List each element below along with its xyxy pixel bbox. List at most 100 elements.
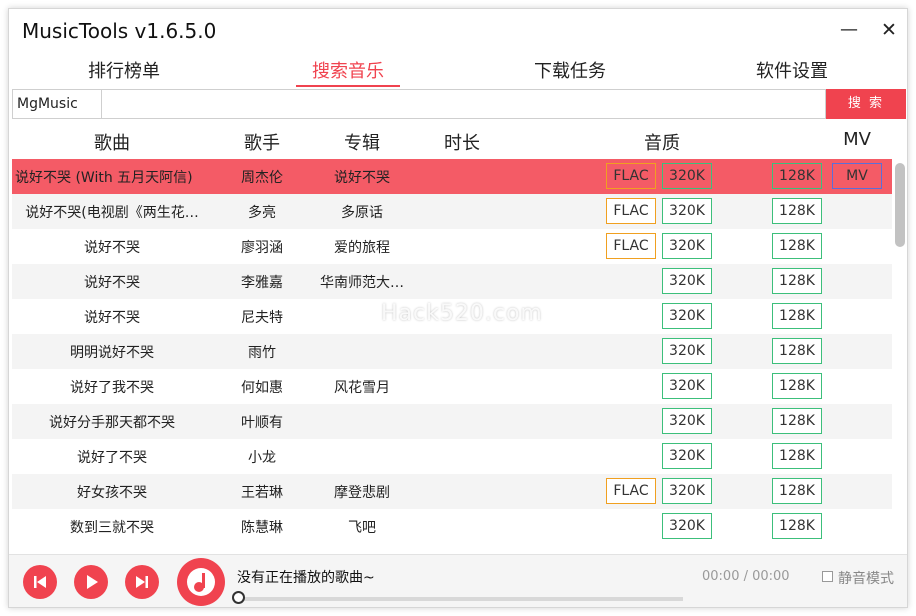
song-list: 说好不哭 (With 五月天阿信) 周杰伦 说好不哭 FLAC 320K 128… bbox=[12, 159, 892, 551]
320k-download-button[interactable]: 320K bbox=[662, 303, 712, 329]
tab-settings[interactable]: 软件设置 bbox=[737, 59, 847, 89]
mute-label: 静音模式 bbox=[838, 571, 894, 587]
320k-download-button[interactable]: 320K bbox=[662, 408, 712, 434]
128k-download-button[interactable]: 128K bbox=[772, 338, 822, 364]
table-row[interactable]: 说好不哭 李雅嘉 华南师范大… 320K 128K bbox=[12, 264, 892, 299]
skip-previous-icon bbox=[34, 576, 46, 588]
table-row[interactable]: 说好了我不哭 何如惠 风花雪月 320K 128K bbox=[12, 369, 892, 404]
song-title: 好女孩不哭 bbox=[77, 485, 147, 501]
song-album: 多原话 bbox=[341, 205, 383, 221]
table-row[interactable]: 说好不哭 (With 五月天阿信) 周杰伦 说好不哭 FLAC 320K 128… bbox=[12, 159, 892, 194]
128k-download-button[interactable]: 128K bbox=[772, 408, 822, 434]
128k-download-button[interactable]: 128K bbox=[772, 163, 822, 189]
play-button[interactable] bbox=[74, 565, 108, 599]
mv-download-button[interactable]: MV bbox=[832, 163, 882, 189]
tab-bar: 排行榜单 搜索音乐 下载任务 软件设置 bbox=[9, 59, 907, 91]
128k-download-button[interactable]: 128K bbox=[772, 373, 822, 399]
active-tab-indicator bbox=[296, 85, 400, 87]
table-row[interactable]: 说好不哭(电视剧《两生花… 多亮 多原话 FLAC 320K 128K bbox=[12, 194, 892, 229]
320k-download-button[interactable]: 320K bbox=[662, 373, 712, 399]
song-artist: 李雅嘉 bbox=[241, 275, 283, 291]
song-title: 说好分手那天都不哭 bbox=[49, 415, 175, 431]
tab-charts[interactable]: 排行榜单 bbox=[69, 59, 179, 89]
song-title: 说好不哭 (With 五月天阿信) bbox=[15, 170, 193, 186]
song-artist: 何如惠 bbox=[241, 380, 283, 396]
mute-checkbox[interactable] bbox=[822, 571, 833, 582]
prev-button[interactable] bbox=[23, 565, 57, 599]
128k-download-button[interactable]: 128K bbox=[772, 198, 822, 224]
play-icon bbox=[87, 575, 98, 589]
128k-download-button[interactable]: 128K bbox=[772, 443, 822, 469]
song-title: 数到三就不哭 bbox=[70, 520, 154, 536]
128k-download-button[interactable]: 128K bbox=[772, 233, 822, 259]
tab-downloads[interactable]: 下载任务 bbox=[515, 59, 625, 89]
watermark: Hack520.com bbox=[381, 301, 543, 326]
320k-download-button[interactable]: 320K bbox=[662, 338, 712, 364]
flac-download-button[interactable]: FLAC bbox=[606, 198, 656, 224]
song-artist: 叶顺有 bbox=[241, 415, 283, 431]
128k-download-button[interactable]: 128K bbox=[772, 513, 822, 539]
128k-download-button[interactable]: 128K bbox=[772, 303, 822, 329]
320k-download-button[interactable]: 320K bbox=[662, 268, 712, 294]
song-artist: 陈慧琳 bbox=[241, 520, 283, 536]
column-artist: 歌手 bbox=[244, 133, 280, 154]
table-row[interactable]: 好女孩不哭 王若琳 摩登悲剧 FLAC 320K 128K bbox=[12, 474, 892, 509]
app-title: MusicTools v1.6.5.0 bbox=[22, 19, 217, 43]
song-title: 说好了不哭 bbox=[77, 450, 147, 466]
scrollbar-thumb[interactable] bbox=[895, 163, 905, 247]
flac-download-button[interactable]: FLAC bbox=[606, 233, 656, 259]
320k-download-button[interactable]: 320K bbox=[662, 163, 712, 189]
column-quality: 音质 bbox=[644, 133, 680, 154]
song-title: 说好了我不哭 bbox=[70, 380, 154, 396]
song-album: 风花雪月 bbox=[334, 380, 390, 396]
128k-download-button[interactable]: 128K bbox=[772, 478, 822, 504]
table-row[interactable]: 说好了不哭 小龙 320K 128K bbox=[12, 439, 892, 474]
table-row[interactable]: 说好不哭 廖羽涵 爱的旅程 FLAC 320K 128K bbox=[12, 229, 892, 264]
player-bar: 没有正在播放的歌曲~ 00:00 / 00:00 静音模式 bbox=[9, 554, 907, 607]
flac-download-button[interactable]: FLAC bbox=[606, 163, 656, 189]
search-input[interactable] bbox=[102, 89, 826, 119]
column-album: 专辑 bbox=[344, 133, 380, 154]
song-album: 摩登悲剧 bbox=[334, 485, 390, 501]
album-art bbox=[177, 558, 225, 606]
song-title: 说好不哭 bbox=[84, 310, 140, 326]
table-header: 歌曲 歌手 专辑 时长 音质 MV bbox=[12, 125, 906, 157]
320k-download-button[interactable]: 320K bbox=[662, 513, 712, 539]
table-row[interactable]: 说好分手那天都不哭 叶顺有 320K 128K bbox=[12, 404, 892, 439]
song-artist: 多亮 bbox=[248, 205, 276, 221]
search-button[interactable]: 搜 索 bbox=[826, 89, 906, 119]
320k-download-button[interactable]: 320K bbox=[662, 478, 712, 504]
song-artist: 周杰伦 bbox=[241, 170, 283, 186]
song-album: 爱的旅程 bbox=[334, 240, 390, 256]
song-title: 说好不哭(电视剧《两生花… bbox=[25, 205, 199, 221]
search-bar: MgMusic 搜 索 bbox=[12, 89, 906, 119]
progress-knob[interactable] bbox=[232, 591, 245, 604]
song-album: 飞吧 bbox=[348, 520, 376, 536]
320k-download-button[interactable]: 320K bbox=[662, 198, 712, 224]
128k-download-button[interactable]: 128K bbox=[772, 268, 822, 294]
minimize-button[interactable]: — bbox=[835, 18, 863, 42]
song-title: 说好不哭 bbox=[84, 240, 140, 256]
song-album: 说好不哭 bbox=[334, 170, 390, 186]
playback-time: 00:00 / 00:00 bbox=[702, 569, 790, 584]
song-artist: 尼夫特 bbox=[241, 310, 283, 326]
close-button[interactable]: ✕ bbox=[875, 18, 903, 42]
music-source-select[interactable]: MgMusic bbox=[12, 89, 102, 119]
song-title: 明明说好不哭 bbox=[70, 345, 154, 361]
app-window: MusicTools v1.6.5.0 — ✕ 排行榜单 搜索音乐 下载任务 软… bbox=[8, 8, 908, 608]
song-list-scrollbar[interactable] bbox=[894, 159, 906, 551]
song-album: 华南师范大… bbox=[320, 275, 404, 291]
table-row[interactable]: 明明说好不哭 雨竹 320K 128K bbox=[12, 334, 892, 369]
song-artist: 雨竹 bbox=[248, 345, 276, 361]
now-playing-text: 没有正在播放的歌曲~ bbox=[237, 570, 375, 586]
table-row[interactable]: 数到三就不哭 陈慧琳 飞吧 320K 128K bbox=[12, 509, 892, 544]
320k-download-button[interactable]: 320K bbox=[662, 443, 712, 469]
progress-bar[interactable] bbox=[243, 597, 683, 601]
song-artist: 廖羽涵 bbox=[241, 240, 283, 256]
column-mv: MV bbox=[843, 129, 871, 150]
320k-download-button[interactable]: 320K bbox=[662, 233, 712, 259]
next-button[interactable] bbox=[125, 565, 159, 599]
song-title: 说好不哭 bbox=[84, 275, 140, 291]
flac-download-button[interactable]: FLAC bbox=[606, 478, 656, 504]
column-duration: 时长 bbox=[444, 133, 480, 154]
